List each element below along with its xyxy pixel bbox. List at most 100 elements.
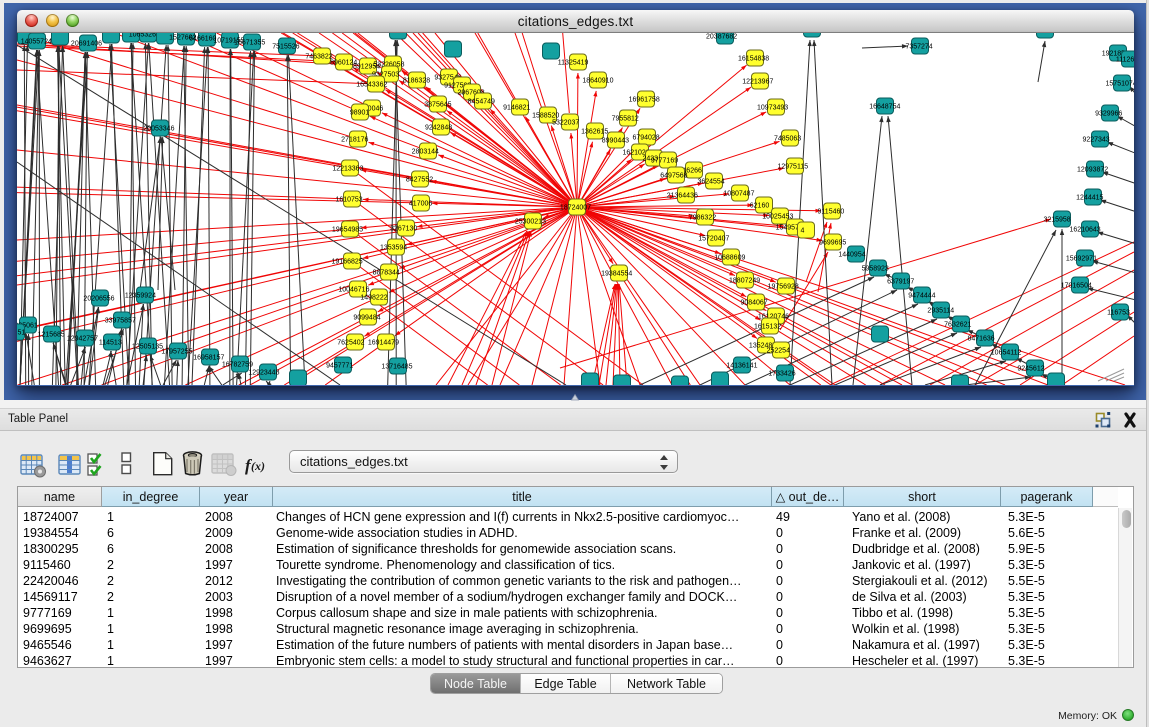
svg-text:4: 4 xyxy=(800,228,804,235)
svg-text:16033809: 16033809 xyxy=(793,33,824,34)
svg-text:19384554: 19384554 xyxy=(601,271,632,278)
svg-text:6379197: 6379197 xyxy=(887,279,914,286)
svg-text:8471636: 8471636 xyxy=(967,336,994,343)
svg-text:6794028: 6794028 xyxy=(632,135,659,142)
svg-text:1733426: 1733426 xyxy=(768,371,795,378)
svg-text:7986322: 7986322 xyxy=(689,215,716,222)
svg-text:12942757: 12942757 xyxy=(67,336,98,343)
svg-text:21364436: 21364436 xyxy=(667,193,698,200)
svg-text:114513: 114513 xyxy=(99,340,122,347)
svg-text:14136141: 14136141 xyxy=(726,363,757,370)
svg-text:9245612: 9245612 xyxy=(1017,366,1044,373)
svg-text:98901: 98901 xyxy=(350,110,370,117)
svg-text:16961758: 16961758 xyxy=(629,97,660,104)
svg-text:16958157: 16958157 xyxy=(193,355,224,362)
svg-text:17957255: 17957255 xyxy=(161,349,192,356)
svg-text:10653267: 10653267 xyxy=(129,33,160,39)
svg-text:1112605: 1112605 xyxy=(1116,57,1134,64)
svg-text:12975115: 12975115 xyxy=(777,164,808,171)
svg-text:7955812: 7955812 xyxy=(612,116,639,123)
svg-text:20691406: 20691406 xyxy=(71,41,102,48)
svg-text:16648754: 16648754 xyxy=(869,104,900,111)
svg-text:1588520: 1588520 xyxy=(532,113,559,120)
svg-text:18724007: 18724007 xyxy=(560,205,591,212)
svg-text:5322037: 5322037 xyxy=(552,120,579,127)
svg-text:7485063: 7485063 xyxy=(774,136,801,143)
svg-text:1362615: 1362615 xyxy=(581,129,608,136)
svg-text:1615132: 1615132 xyxy=(754,324,781,331)
svg-text:25300213: 25300213 xyxy=(515,219,546,226)
svg-text:1215685: 1215685 xyxy=(38,332,65,339)
svg-text:12213967: 12213967 xyxy=(742,79,773,86)
svg-text:9777169: 9777169 xyxy=(651,158,678,165)
svg-text:417006: 417006 xyxy=(409,201,432,208)
svg-text:9084067: 9084067 xyxy=(740,300,767,307)
svg-text:62160: 62160 xyxy=(750,203,770,210)
svg-text:8454749: 8454749 xyxy=(468,99,495,106)
svg-text:2718176: 2718176 xyxy=(341,137,368,144)
svg-text:12093872: 12093872 xyxy=(1077,167,1108,174)
svg-text:9227343: 9227343 xyxy=(1082,137,1109,144)
svg-text:8427552: 8427552 xyxy=(406,177,433,184)
svg-text:9699695: 9699695 xyxy=(819,240,846,247)
svg-text:1353594: 1353594 xyxy=(380,245,407,252)
svg-text:16543362: 16543362 xyxy=(356,82,387,89)
svg-text:7463822: 7463822 xyxy=(305,54,332,61)
svg-text:16671355: 16671355 xyxy=(234,40,265,47)
svg-text:8813054: 8813054 xyxy=(1031,33,1058,35)
svg-text:10973493: 10973493 xyxy=(757,105,788,112)
svg-text:1610753: 1610753 xyxy=(335,197,362,204)
svg-text:18640910: 18640910 xyxy=(582,78,613,85)
svg-text:17016504: 17016504 xyxy=(1061,283,1092,290)
svg-text:10046716: 10046716 xyxy=(338,287,369,294)
svg-text:3624554: 3624554 xyxy=(697,179,724,186)
svg-text:33975857: 33975857 xyxy=(105,318,136,325)
svg-text:20387682: 20387682 xyxy=(706,34,737,41)
svg-text:10688609: 10688609 xyxy=(714,255,745,262)
svg-text:7632621: 7632621 xyxy=(944,322,971,329)
svg-text:9242848: 9242848 xyxy=(425,125,452,132)
svg-text:6497568: 6497568 xyxy=(660,173,687,180)
svg-text:10807487: 10807487 xyxy=(723,191,754,198)
svg-text:5958923: 5958923 xyxy=(862,266,889,273)
svg-text:9146821: 9146821 xyxy=(503,105,530,112)
svg-text:16154838: 16154838 xyxy=(738,56,769,63)
svg-text:16210643: 16210643 xyxy=(1070,227,1101,234)
svg-text:19166825: 19166825 xyxy=(332,259,363,266)
svg-text:7515526: 7515526 xyxy=(272,44,299,51)
svg-text:16782759: 16782759 xyxy=(222,362,253,369)
svg-text:2935114: 2935114 xyxy=(927,308,954,315)
svg-text:3215958: 3215958 xyxy=(1043,217,1070,224)
svg-text:2803144: 2803144 xyxy=(412,149,439,156)
svg-text:3267130: 3267130 xyxy=(390,226,417,233)
svg-text:16914479: 16914479 xyxy=(368,340,399,347)
svg-text:12923448: 12923448 xyxy=(248,370,279,377)
svg-text:13716485: 13716485 xyxy=(381,364,412,371)
svg-text:20206556: 20206556 xyxy=(83,296,114,303)
svg-text:15751074: 15751074 xyxy=(1106,81,1134,88)
svg-text:1498222: 1498222 xyxy=(360,295,387,302)
svg-text:15692971: 15692971 xyxy=(1066,256,1097,263)
svg-text:1244415: 1244415 xyxy=(1076,195,1103,202)
svg-text:39151: 39151 xyxy=(17,330,25,337)
svg-text:9099484: 9099484 xyxy=(353,315,380,322)
svg-text:3875645: 3875645 xyxy=(424,102,451,109)
svg-text:1440954: 1440954 xyxy=(838,252,865,259)
svg-text:12213363: 12213363 xyxy=(332,166,363,173)
svg-text:12359924: 12359924 xyxy=(125,293,156,300)
svg-text:10654112: 10654112 xyxy=(991,350,1022,357)
svg-text:9457771: 9457771 xyxy=(326,363,353,370)
svg-text:7357274: 7357274 xyxy=(905,44,932,51)
svg-text:7625402: 7625402 xyxy=(337,340,364,347)
svg-text:20053346: 20053346 xyxy=(143,126,174,133)
svg-text:9329966: 9329966 xyxy=(1095,111,1122,118)
svg-text:11325419: 11325419 xyxy=(558,60,589,67)
svg-text:18807249: 18807249 xyxy=(729,278,760,285)
svg-text:8990443: 8990443 xyxy=(602,138,629,145)
svg-text:15720407: 15720407 xyxy=(698,236,729,243)
svg-text:14055724: 14055724 xyxy=(21,39,52,46)
svg-text:8186328: 8186328 xyxy=(403,78,430,85)
svg-text:(x): (x) xyxy=(251,459,265,473)
svg-text:19756928: 19756928 xyxy=(768,284,799,291)
svg-text:8878344: 8878344 xyxy=(373,270,400,277)
